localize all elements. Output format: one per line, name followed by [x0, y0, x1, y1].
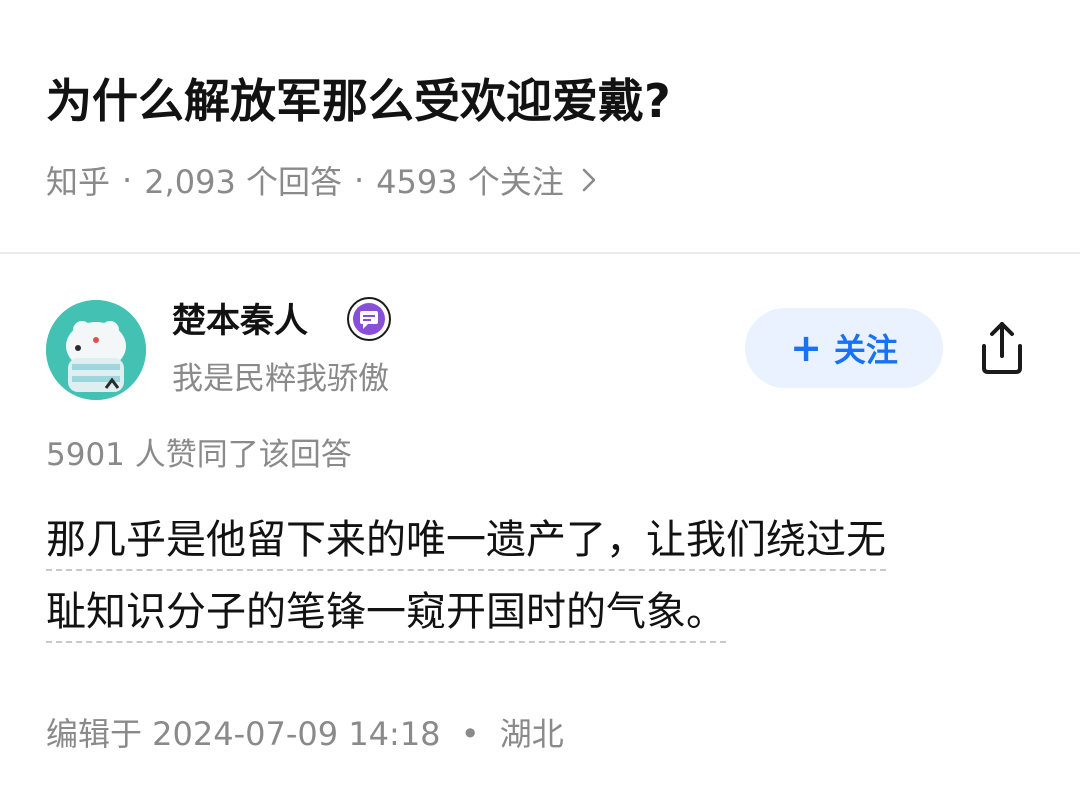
follow-button-label: 关注 [833, 331, 898, 369]
vote-count: 5901 人赞同了该回答 [46, 437, 352, 473]
meta-separator: · [353, 161, 365, 199]
chevron-right-icon[interactable] [580, 166, 598, 194]
question-meta[interactable]: 知乎 · 2,093 个回答 · 4593 个关注 [46, 156, 598, 204]
author-bio: 我是民粹我骄傲 [172, 361, 389, 397]
author-name[interactable]: 楚本秦人 [172, 296, 308, 346]
edit-time: 编辑于 2024-07-09 14:18 [46, 715, 441, 753]
follow-button[interactable]: + 关注 [745, 308, 943, 388]
question-title[interactable]: 为什么解放军那么受欢迎爱戴? [46, 68, 671, 134]
meta-separator: · [122, 161, 133, 199]
question-header: 为什么解放军那么受欢迎爱戴? 知乎 · 2,093 个回答 · 4593 个关注 [0, 0, 1080, 252]
edit-location: 湖北 [499, 715, 564, 753]
answer-text: 耻知识分子的笔锋一窥开国时的气象。 [46, 589, 726, 643]
answer-line: 耻知识分子的笔锋一窥开国时的气象。 [46, 576, 1036, 648]
share-icon[interactable] [972, 316, 1032, 378]
comment-badge-icon[interactable] [346, 296, 392, 342]
author-row: 楚本秦人 我是民粹我骄傲 + 关注 [0, 254, 1080, 424]
plus-icon: + [790, 326, 822, 370]
answer-line: 那几乎是他留下来的唯一遗产了，让我们绕过无 [46, 504, 1036, 576]
answer-text: 那几乎是他留下来的唯一遗产了，让我们绕过无 [46, 517, 886, 571]
follow-count: 4593 个关注 [376, 163, 564, 201]
avatar[interactable] [46, 300, 146, 400]
answer-body[interactable]: 那几乎是他留下来的唯一遗产了，让我们绕过无 耻知识分子的笔锋一窥开国时的气象。 [46, 504, 1036, 648]
edit-separator: • [460, 715, 480, 753]
answer-count: 2,093 个回答 [144, 163, 342, 201]
question-source: 知乎 [46, 163, 111, 201]
edit-info: 编辑于 2024-07-09 14:18 • 湖北 [46, 708, 564, 760]
